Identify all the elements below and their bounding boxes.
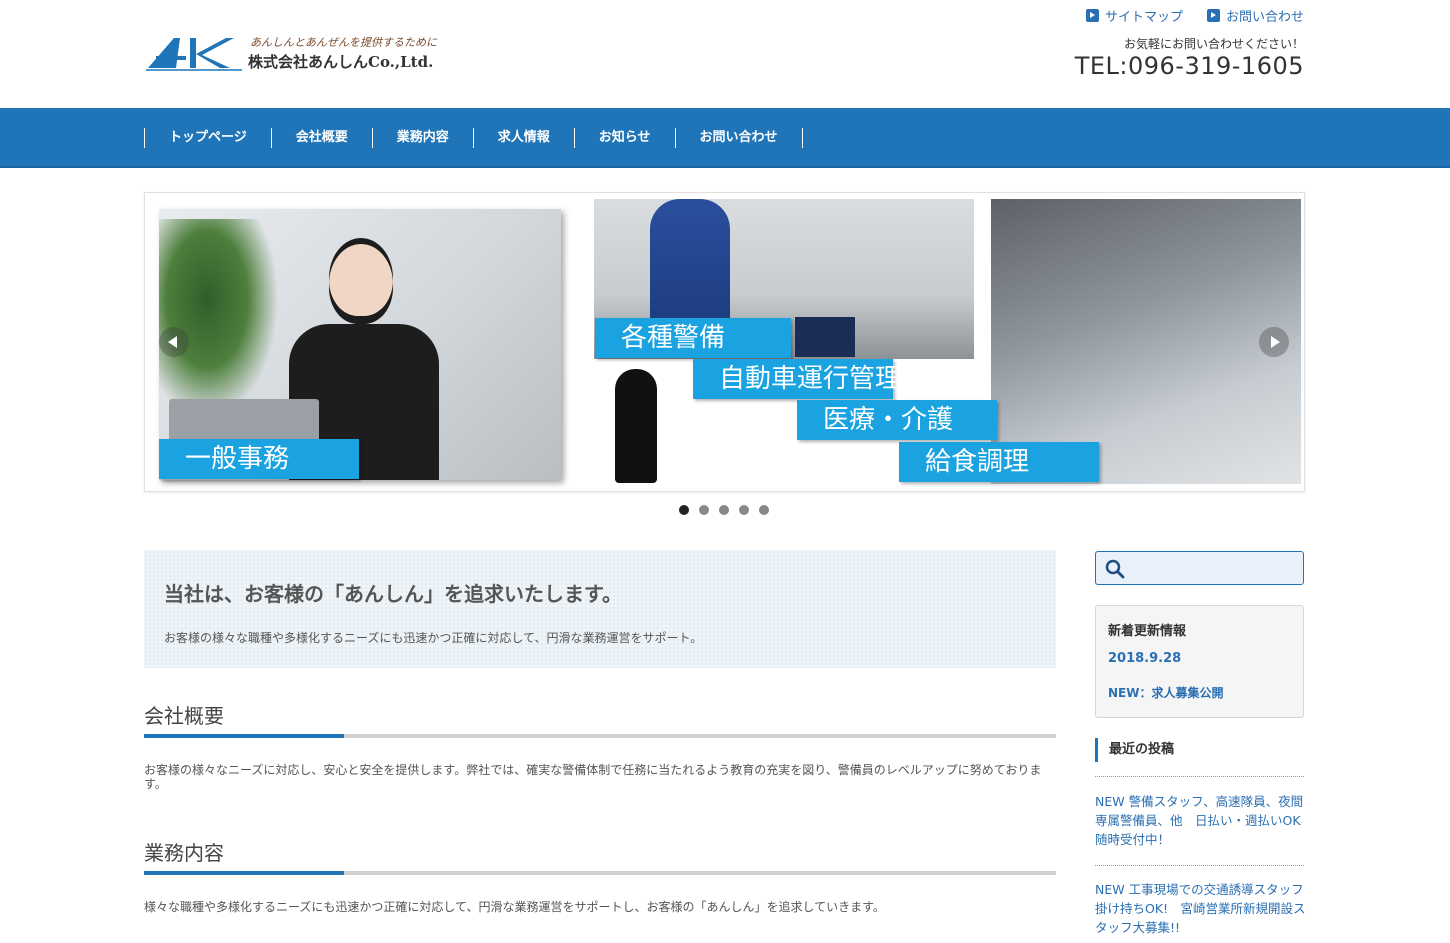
site-header: あんしんとあんぜんを提供するために 株式会社あんしんCo.,Ltd. サイトマッ…	[0, 0, 1450, 108]
nav-item-company[interactable]: 会社概要	[272, 128, 373, 148]
recent-posts-title: 最近の投稿	[1095, 738, 1304, 762]
recent-post-link[interactable]: NEW 工事現場での交通誘導スタッフ 掛け持ちOK! 宮崎営業所新規開設スタッフ…	[1095, 880, 1307, 937]
sitemap-link[interactable]: サイトマップ	[1085, 6, 1183, 25]
section-heading-company: 会社概要	[144, 700, 1056, 738]
utility-links: サイトマップ お問い合わせ	[1085, 6, 1304, 25]
guard-figure	[650, 199, 730, 324]
sitemap-link-label: サイトマップ	[1104, 10, 1183, 25]
slider-pagination	[679, 505, 769, 515]
slide-label-medical: 医療・介護	[797, 400, 997, 440]
heading-underline	[144, 871, 1056, 875]
slide-label-security: 各種警備	[595, 318, 791, 358]
nav-item-top[interactable]: トップページ	[145, 128, 272, 148]
arrow-right-icon	[1206, 9, 1220, 22]
contact-note: お気軽にお問い合わせください！	[1123, 37, 1304, 51]
ak-logo-icon	[146, 38, 242, 71]
section-text-company: お客様の様々なニーズに対応し、安心と安全を提供します。弊社では、確実な警備体制で…	[144, 763, 1042, 791]
slider-dot-1[interactable]	[679, 505, 689, 515]
recent-post-link[interactable]: NEW 警備スタッフ、高速隊員、夜間専属警備員、他 日払い・週払いOK 随時受付…	[1095, 792, 1313, 849]
hero-slider: 一般事務 各種警備 自動車運行管理 医療・介護 給食調理	[144, 192, 1305, 492]
intro-text: お客様の様々な職種や多様化するニーズにも迅速かつ正確に対応して、円滑な業務運営を…	[164, 631, 703, 645]
arrow-right-icon	[1085, 9, 1099, 22]
company-name: 株式会社あんしんCo.,Ltd.	[248, 53, 434, 71]
intro-title: 当社は、お客様の「あんしん」を追求いたします。	[164, 582, 622, 606]
divider	[1095, 865, 1304, 866]
search-icon[interactable]	[1105, 559, 1125, 579]
phone-number: TEL:096-319-1605	[1074, 52, 1304, 80]
nav-item-recruit[interactable]: 求人情報	[474, 128, 575, 148]
slider-dot-2[interactable]	[699, 505, 709, 515]
slider-next-button[interactable]	[1259, 327, 1289, 357]
car-logo-decoration	[795, 317, 855, 357]
intro-panel: 当社は、お客様の「あんしん」を追求いたします。 お客様の様々な職種や多様化するニ…	[144, 550, 1056, 668]
section-heading-services: 業務内容	[144, 837, 1056, 875]
section-text-services: 様々な職種や多様化するニーズにも迅速かつ正確に対応して、円滑な業務運営をサポート…	[144, 900, 885, 914]
nav-item-news[interactable]: お知らせ	[575, 128, 676, 148]
slide-label-catering: 給食調理	[899, 442, 1099, 482]
section-heading-label: 業務内容	[144, 841, 224, 865]
slider-dot-4[interactable]	[739, 505, 749, 515]
plant-decoration	[159, 219, 279, 419]
news-item-link[interactable]: NEW：求人募集公開	[1108, 684, 1223, 701]
heading-underline	[144, 734, 1056, 738]
news-widget: 新着更新情報 2018.9.28 NEW：求人募集公開	[1095, 605, 1304, 718]
divider	[1095, 776, 1304, 777]
slide-label-office: 一般事務	[159, 439, 359, 479]
contact-link-label: お問い合わせ	[1225, 10, 1304, 25]
nav-item-contact[interactable]: お問い合わせ	[676, 128, 803, 148]
main-nav: トップページ 会社概要 業務内容 求人情報 お知らせ お問い合わせ	[0, 108, 1450, 168]
slide-label-vehicle: 自動車運行管理	[693, 359, 901, 399]
section-heading-label: 会社概要	[144, 704, 224, 728]
slider-prev-button[interactable]	[159, 327, 189, 357]
nav-item-services[interactable]: 業務内容	[373, 128, 474, 148]
contact-link[interactable]: お問い合わせ	[1206, 6, 1304, 25]
search-input[interactable]	[1095, 551, 1304, 585]
slider-dot-3[interactable]	[719, 505, 729, 515]
nav-list: トップページ 会社概要 業務内容 求人情報 お知らせ お問い合わせ	[144, 128, 803, 148]
slider-dot-5[interactable]	[759, 505, 769, 515]
logo-tagline: あんしんとあんぜんを提供するために	[250, 36, 437, 49]
news-widget-title: 新着更新情報	[1108, 624, 1187, 639]
company-logo[interactable]: あんしんとあんぜんを提供するために 株式会社あんしんCo.,Ltd.	[146, 34, 446, 74]
silhouette-figure	[615, 369, 657, 483]
news-date: 2018.9.28	[1108, 651, 1182, 666]
